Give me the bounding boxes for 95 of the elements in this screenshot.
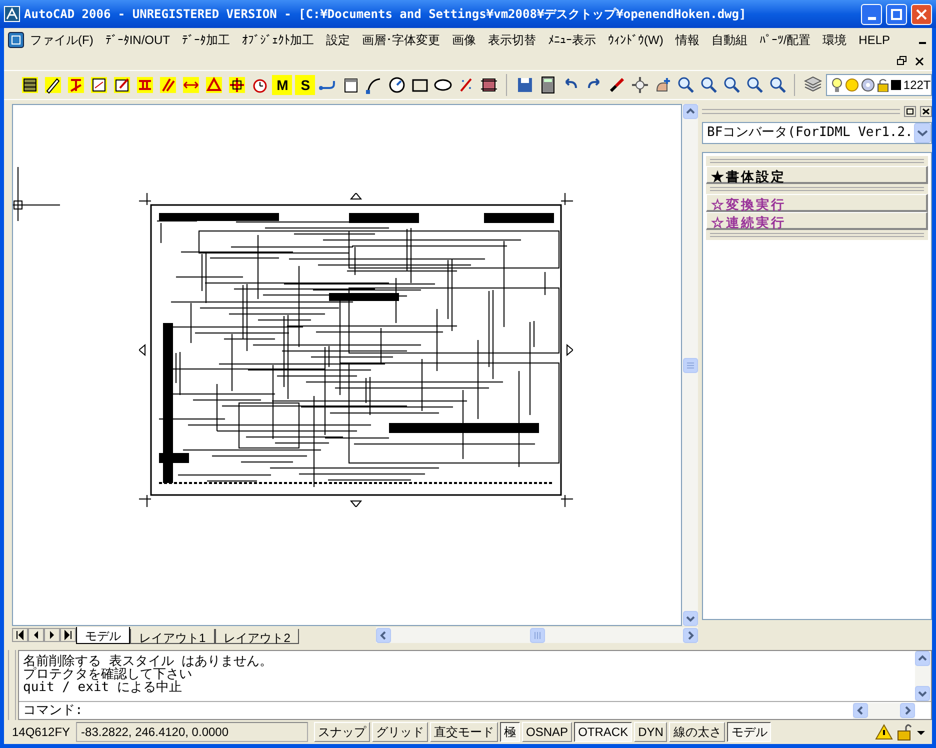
- layout-tab[interactable]: レイアウト1: [130, 629, 215, 644]
- scroll-up-icon[interactable]: [682, 104, 698, 119]
- horizontal-scrollbar[interactable]: [376, 627, 698, 643]
- restore-icon[interactable]: [904, 106, 916, 116]
- menu-item[interactable]: ﾃﾞｰﾀIN/OUT: [99, 31, 176, 49]
- panel-button[interactable]: ★書体設定: [706, 166, 928, 184]
- previous-tab-icon[interactable]: [28, 628, 44, 642]
- menu-item[interactable]: 設定: [320, 31, 356, 49]
- restore-icon[interactable]: [897, 56, 907, 66]
- menu-item[interactable]: 表示切替: [482, 31, 542, 49]
- letter-button[interactable]: M: [272, 75, 292, 95]
- scroll-right-icon[interactable]: [900, 702, 915, 718]
- menu-item[interactable]: 情報: [669, 31, 706, 49]
- zoom-extents-icon[interactable]: [768, 75, 788, 95]
- pen-edit-icon[interactable]: [158, 75, 178, 95]
- scroll-up-icon[interactable]: [915, 651, 930, 666]
- status-toggle[interactable]: OSNAP: [522, 722, 572, 742]
- converter-dropdown[interactable]: BFコンバータ(ForIDML Ver1.2.: [702, 122, 932, 144]
- dock-grip[interactable]: [8, 650, 16, 720]
- status-toggle[interactable]: 直交モード: [430, 722, 498, 742]
- vertical-scrollbar[interactable]: [682, 104, 698, 626]
- app-icon: [4, 6, 20, 22]
- scroll-down-icon[interactable]: [682, 611, 698, 626]
- close-button[interactable]: [911, 4, 932, 24]
- status-toggle[interactable]: 極: [500, 722, 520, 742]
- menu-item[interactable]: 画像: [446, 31, 482, 49]
- lightbulb-icon: [831, 77, 844, 93]
- zoom-in-icon[interactable]: [676, 75, 696, 95]
- zoom-previous-icon[interactable]: [744, 75, 764, 95]
- first-tab-icon[interactable]: [12, 628, 28, 642]
- menu-item[interactable]: ｵﾌﾞｼﾞｪｸﾄ加工: [236, 31, 320, 49]
- color-swatch-icon: [891, 80, 902, 90]
- menu-item[interactable]: ファイル(F): [24, 31, 100, 49]
- panel-button[interactable]: ☆連続実行: [706, 212, 928, 230]
- status-toggle[interactable]: スナップ: [314, 722, 370, 742]
- status-toggle[interactable]: グリッド: [372, 722, 428, 742]
- dropdown-value: BFコンバータ(ForIDML Ver1.2.: [707, 124, 910, 142]
- scale-readout: 14Q612FY: [11, 724, 72, 741]
- command-history-line: quit / exit による中止: [23, 681, 183, 694]
- command-history-line: 名前削除する 表スタイル はありません。: [23, 655, 274, 668]
- window-title: AutoCAD 2006 - UNREGISTERED VERSION - [C:¥Documents and Settings¥vm2008¥デスクトップ¥openendHoken.dwg]: [24, 6, 748, 23]
- last-tab-icon[interactable]: [60, 628, 76, 642]
- zoom-all-icon[interactable]: [722, 75, 742, 95]
- minimize-icon: [868, 16, 876, 20]
- letter-button[interactable]: S: [295, 75, 316, 95]
- close-icon: [916, 8, 927, 20]
- status-toggle[interactable]: 線の太さ: [669, 722, 726, 742]
- layout-tab[interactable]: レイアウト2: [214, 629, 300, 644]
- circle-icon[interactable]: [387, 75, 408, 95]
- minimize-button[interactable]: [861, 4, 882, 24]
- close-icon[interactable]: [915, 56, 924, 66]
- warning-icon[interactable]: [874, 723, 894, 741]
- table-edit-icon[interactable]: [20, 75, 40, 95]
- menu-item[interactable]: ｳｨﾝﾄﾞｳ(W): [602, 31, 670, 49]
- menu-item[interactable]: HELP: [852, 31, 896, 49]
- command-prompt[interactable]: コマンド:: [19, 700, 853, 720]
- scroll-thumb-icon[interactable]: [530, 628, 544, 642]
- sun-icon: [845, 78, 860, 92]
- status-toggle[interactable]: DYN: [634, 722, 668, 742]
- menu-item[interactable]: 自動組: [705, 31, 754, 49]
- layer-name: 122T: [903, 77, 931, 94]
- scroll-thumb-icon[interactable]: [682, 358, 698, 372]
- save-icon[interactable]: [515, 75, 535, 95]
- box-edit-icon[interactable]: [88, 75, 109, 95]
- layer-dropdown[interactable]: 122T: [826, 74, 932, 96]
- unlock-icon[interactable]: [896, 723, 912, 741]
- menu-item[interactable]: ﾊﾟｰﾂ/配置: [753, 31, 817, 49]
- maximize-icon: [891, 8, 902, 20]
- scroll-down-icon[interactable]: [915, 686, 930, 701]
- status-toggle[interactable]: モデル: [727, 722, 772, 742]
- status-toggle[interactable]: OTRACK: [574, 722, 632, 742]
- layout-tab[interactable]: モデル: [76, 627, 130, 644]
- triangle-text-icon[interactable]: [204, 75, 224, 95]
- menu-item[interactable]: 環境: [816, 31, 853, 49]
- lock-icon: [877, 78, 890, 92]
- command-history-line: プロテクタを確認して下さい: [23, 668, 193, 681]
- scroll-left-icon[interactable]: [853, 702, 868, 718]
- coordinate-readout: -83.2822, 246.4120, 0.0000: [76, 722, 308, 742]
- arrows-icon[interactable]: [180, 75, 201, 95]
- app-menu-icon[interactable]: [8, 32, 24, 48]
- horizontal-scrollbar[interactable]: [853, 702, 915, 718]
- pencil-tag-icon[interactable]: [42, 75, 63, 95]
- scroll-left-icon[interactable]: [376, 628, 391, 642]
- next-tab-icon[interactable]: [44, 628, 60, 642]
- drawing-canvas[interactable]: [12, 104, 682, 626]
- zoom-window-icon[interactable]: [698, 75, 719, 95]
- scroll-right-icon[interactable]: [683, 628, 698, 642]
- menu-item[interactable]: ﾒﾆｭｰ表示: [542, 31, 602, 49]
- menu-item[interactable]: ﾃﾞｰﾀ加工: [176, 31, 236, 49]
- form-edit-icon[interactable]: [112, 75, 132, 95]
- panel-button[interactable]: ☆変換実行: [706, 194, 928, 212]
- maximize-button[interactable]: [886, 4, 907, 24]
- close-icon[interactable]: [920, 106, 932, 116]
- menu-item[interactable]: 画層･字体変更: [356, 31, 446, 49]
- vertical-scrollbar[interactable]: [915, 651, 931, 701]
